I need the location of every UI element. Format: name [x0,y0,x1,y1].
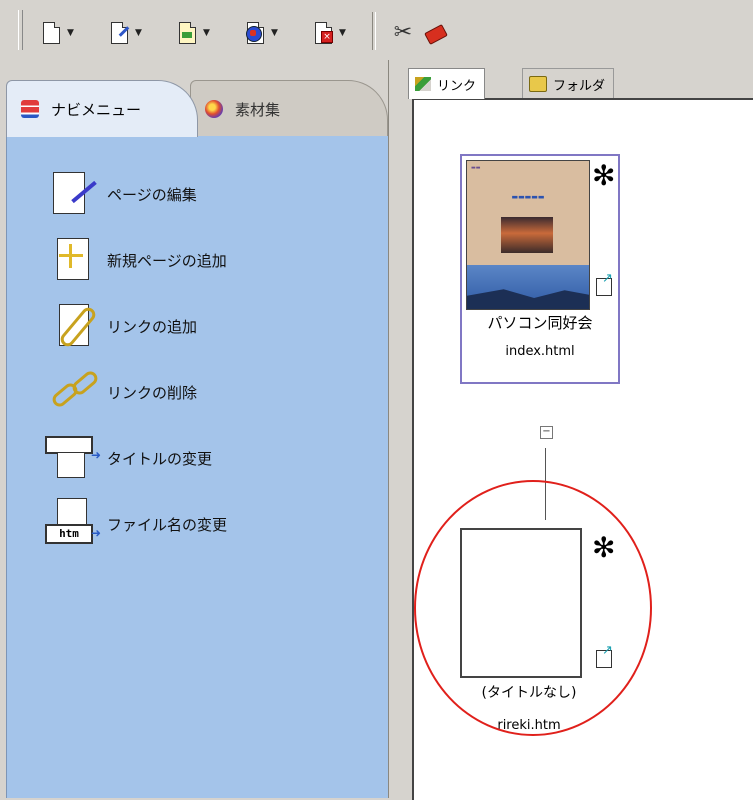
folder-tab-icon [529,76,547,92]
tab-material-label: 素材集 [235,100,281,119]
nav-menu-icon [21,100,39,118]
upload-page-icon[interactable]: ↗ [596,272,614,296]
node-marker-icon: ✻ [592,159,616,192]
add-link-icon [45,298,105,354]
thumbnail-photo [501,217,553,253]
new-page-button[interactable]: ▼ [40,18,74,48]
page-properties-button[interactable]: ▼ [176,18,210,48]
filename-change-icon: htm ➜ [45,496,105,552]
edit-page-icon [108,20,130,46]
nav-item-label: タイトルの変更 [107,449,213,468]
nav-item-add-page[interactable]: 新規ページの追加 [45,230,227,290]
navigation-panel: ナビメニュー 素材集 ページの編集 新規ページの追加 リンクの追加 リンクの削除… [0,60,398,798]
link-map-canvas[interactable]: ▬▬ ▬▬▬▬▬ ✻ ↗ パソコン同好会 index.html − ✻ ↗ (タ… [412,98,753,800]
site-map-panel: リンク フォルダ ▬▬ ▬▬▬▬▬ ✻ ↗ パソコン同好会 index.html… [398,60,753,800]
tab-material[interactable]: 素材集 [190,80,388,138]
delete-page-button[interactable]: × ▼ [312,18,346,48]
globe-page-icon [244,20,266,46]
thumbnail-header-mark: ▬▬ [471,165,481,171]
chevron-down-icon[interactable]: ▼ [67,28,74,38]
nav-item-label: リンクの追加 [107,317,198,336]
title-change-icon: ➜ [45,430,105,486]
chevron-down-icon[interactable]: ▼ [135,28,142,38]
delete-link-icon [45,364,105,420]
chevron-down-icon[interactable]: ▼ [339,28,346,38]
nav-item-label: 新規ページの追加 [107,251,227,270]
edit-page-icon [45,166,105,222]
chevron-down-icon[interactable]: ▼ [271,28,278,38]
new-page-icon [40,20,62,46]
tab-folder[interactable]: フォルダ [522,68,615,100]
tab-nav-menu[interactable]: ナビメニュー [6,80,198,137]
page-node-index[interactable]: ▬▬ ▬▬▬▬▬ ✻ ↗ パソコン同好会 index.html [460,154,620,384]
nav-item-edit-page[interactable]: ページの編集 [45,164,197,224]
nav-item-change-title[interactable]: ➜ タイトルの変更 [45,428,212,488]
eraser-button[interactable] [424,18,448,48]
add-page-icon [45,232,105,288]
nav-item-label: リンクの削除 [107,383,198,402]
tab-link[interactable]: リンク [408,68,486,99]
collapse-toggle[interactable]: − [540,426,553,439]
page-node-filename: index.html [505,344,575,359]
nav-item-add-link[interactable]: リンクの追加 [45,296,197,356]
edit-page-button[interactable]: ▼ [108,18,142,48]
tab-link-label: リンク [437,78,477,94]
material-icon [205,100,223,118]
page-node-title: パソコン同好会 [487,314,593,332]
page-properties-icon [176,20,198,46]
nav-item-delete-link[interactable]: リンクの削除 [45,362,197,422]
toolbar: ▼ ▼ ▼ ▼ × ▼ ✂ [0,0,753,61]
link-tab-icon [415,77,431,91]
tab-folder-label: フォルダ [553,78,606,94]
globe-page-button[interactable]: ▼ [244,18,278,48]
toolbar-grip[interactable] [18,10,23,50]
tab-nav-menu-label: ナビメニュー [51,100,142,119]
eraser-icon [424,20,448,46]
nav-item-label: ファイル名の変更 [107,515,228,534]
toolbar-separator [372,12,376,50]
nav-item-label: ページの編集 [107,185,197,204]
delete-page-icon: × [312,20,334,46]
chevron-down-icon[interactable]: ▼ [203,28,210,38]
nav-menu-list: ページの編集 新規ページの追加 リンクの追加 リンクの削除 ➜ タイトルの変更 … [6,136,389,798]
panel-tabs: ナビメニュー 素材集 [0,60,398,142]
thumbnail-title-mark: ▬▬▬▬▬ [511,193,545,201]
page-thumbnail: ▬▬ ▬▬▬▬▬ [466,160,590,310]
nav-item-change-filename[interactable]: htm ➜ ファイル名の変更 [45,494,227,554]
cut-button[interactable]: ✂ [392,18,414,48]
highlight-circle [414,480,652,736]
scissors-icon: ✂ [393,20,413,45]
